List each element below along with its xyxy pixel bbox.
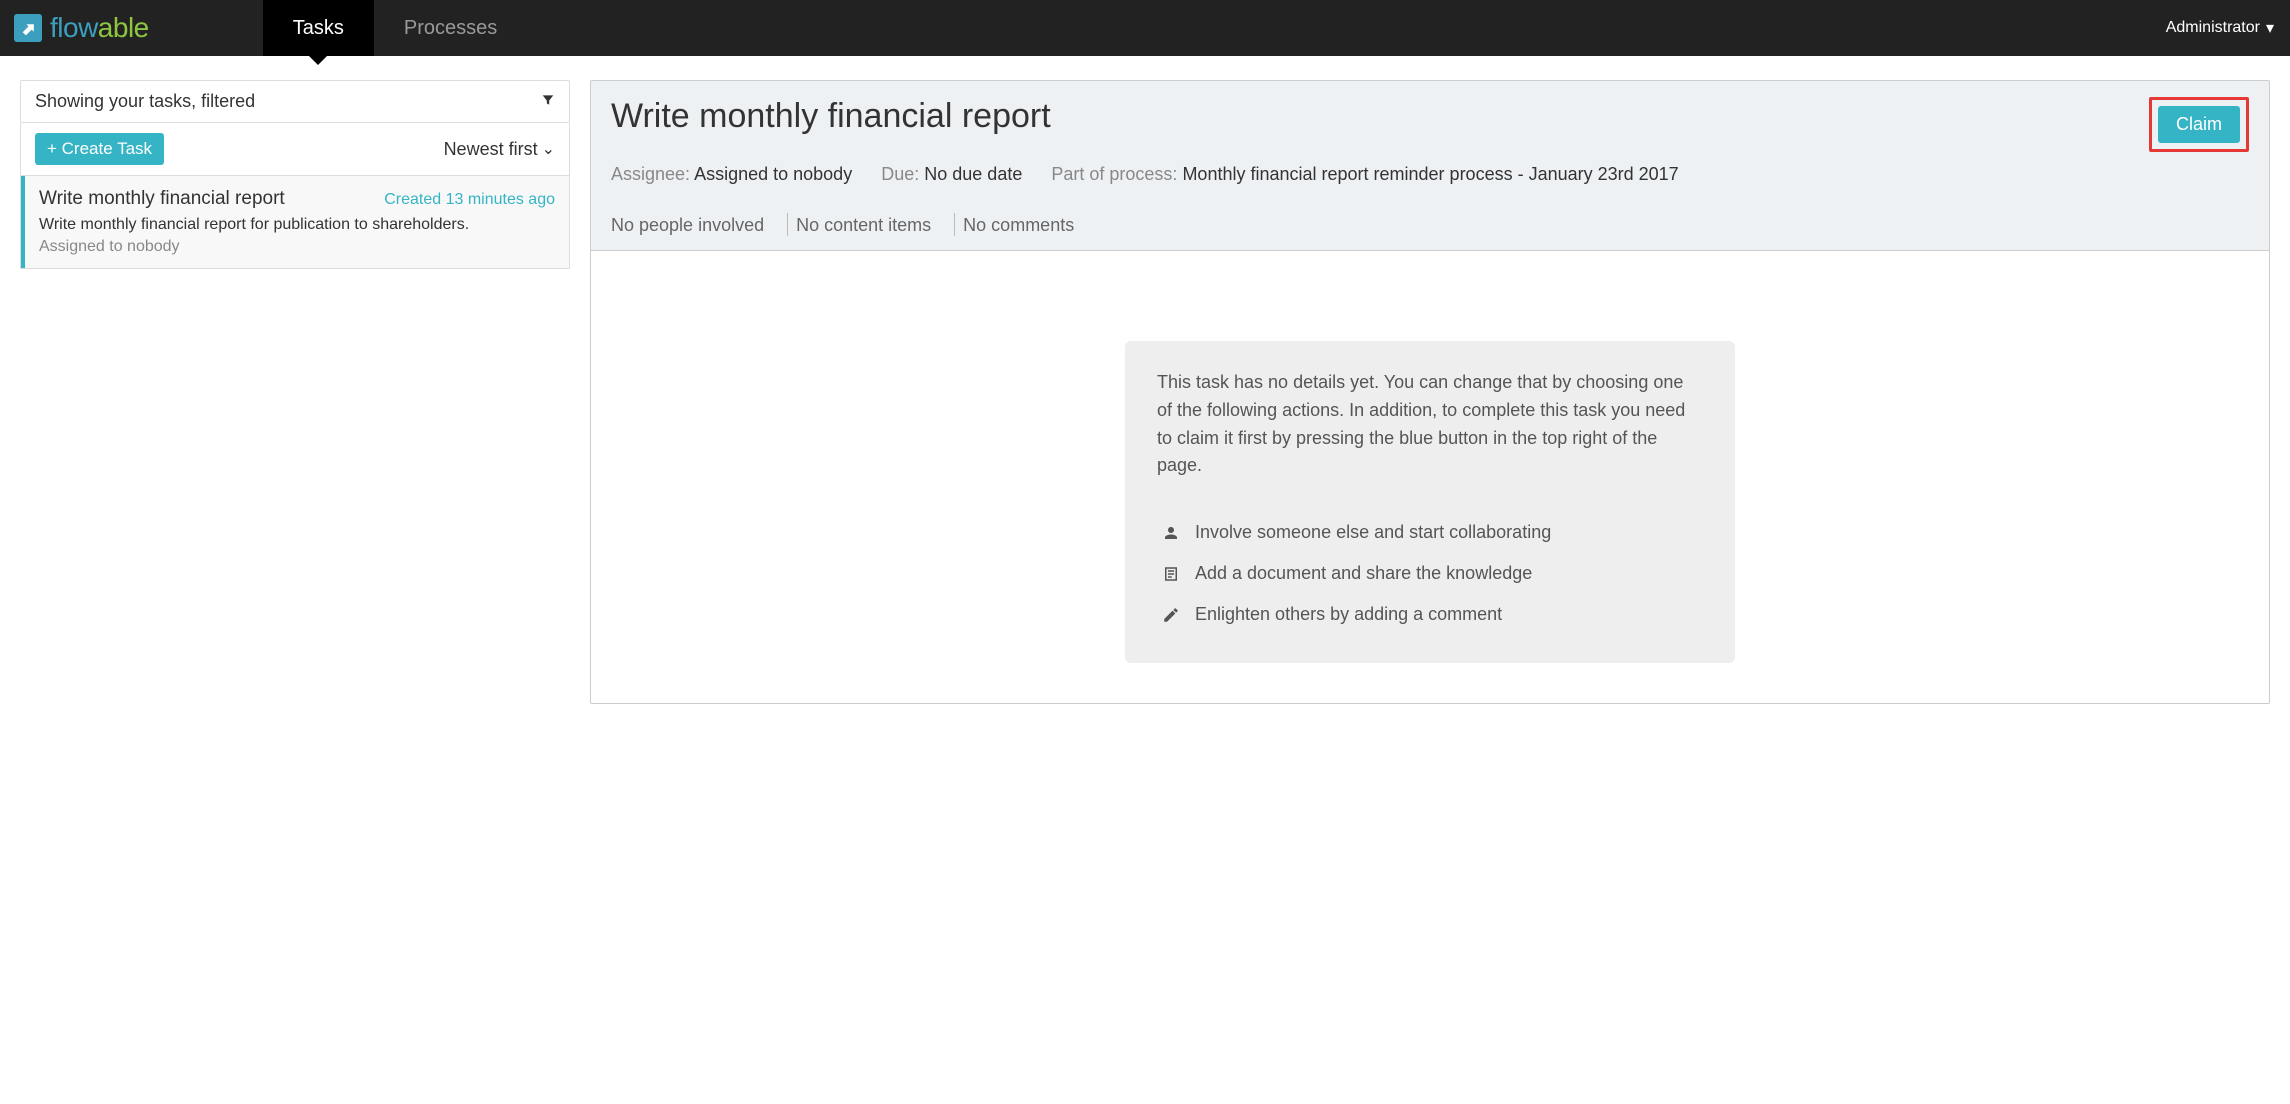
due-label: Due: [881,164,919,184]
chevron-down-icon: ⌄ [542,139,555,159]
task-toolbar: + Create Task Newest first ⌄ [20,123,570,176]
subtab-comments[interactable]: No comments [963,205,1090,250]
assignee-value[interactable]: Assigned to nobody [694,164,852,184]
nav-user-menu[interactable]: Administrator ▾ [2150,0,2290,56]
help-text: This task has no details yet. You can ch… [1157,369,1703,481]
logo[interactable]: flowable [0,0,163,56]
task-detail-header: Write monthly financial report Claim Ass… [591,81,2269,251]
assignee-label: Assignee: [611,164,690,184]
filter-icon[interactable] [541,91,555,112]
help-action-comment[interactable]: Enlighten others by adding a comment [1157,594,1703,635]
filter-text: Showing your tasks, filtered [35,91,255,112]
help-action-document[interactable]: Add a document and share the knowledge [1157,553,1703,594]
nav-tabs: Tasks Processes [263,0,528,56]
process-value[interactable]: Monthly financial report reminder proces… [1182,164,1678,184]
task-item-description: Write monthly financial report for publi… [39,216,555,234]
task-detail-body: This task has no details yet. You can ch… [591,251,2269,704]
task-meta: Assignee: Assigned to nobody Due: No due… [611,160,2249,189]
task-list-item[interactable]: Write monthly financial report Created 1… [21,176,569,268]
help-actions: Involve someone else and start collabora… [1157,512,1703,635]
task-item-title: Write monthly financial report [39,188,285,210]
nav-user-label: Administrator [2166,19,2260,37]
task-list: Write monthly financial report Created 1… [20,176,570,269]
task-detail-title: Write monthly financial report [611,97,1051,136]
sort-control[interactable]: Newest first ⌄ [444,139,555,160]
sort-label: Newest first [444,139,538,160]
help-action-involve[interactable]: Involve someone else and start collabora… [1157,512,1703,553]
chevron-down-icon: ▾ [2266,18,2274,38]
subtab-people[interactable]: No people involved [611,205,780,250]
pencil-icon [1157,606,1185,624]
claim-button[interactable]: Claim [2158,106,2240,143]
nav-tab-tasks[interactable]: Tasks [263,0,374,56]
logo-text: flowable [50,12,149,44]
nav-tab-processes[interactable]: Processes [374,0,527,56]
task-subtabs: No people involved No content items No c… [611,205,2249,250]
task-detail: Write monthly financial report Claim Ass… [590,80,2270,704]
task-item-assignee: Assigned to nobody [39,238,555,256]
help-action-label: Enlighten others by adding a comment [1195,604,1502,625]
due-value[interactable]: No due date [924,164,1022,184]
main-content: Showing your tasks, filtered + Create Ta… [0,56,2290,704]
filter-bar[interactable]: Showing your tasks, filtered [20,80,570,123]
create-task-button[interactable]: + Create Task [35,133,164,165]
help-action-label: Add a document and share the knowledge [1195,563,1532,584]
logo-mark-icon [14,14,42,42]
task-item-created: Created 13 minutes ago [384,191,555,209]
person-icon [1157,524,1185,542]
help-action-label: Involve someone else and start collabora… [1195,522,1551,543]
document-icon [1157,565,1185,583]
process-label: Part of process: [1051,164,1177,184]
claim-highlight: Claim [2149,97,2249,152]
task-sidebar: Showing your tasks, filtered + Create Ta… [20,80,570,704]
help-box: This task has no details yet. You can ch… [1125,341,1735,664]
navbar: flowable Tasks Processes Administrator ▾ [0,0,2290,56]
subtab-content[interactable]: No content items [796,205,947,250]
